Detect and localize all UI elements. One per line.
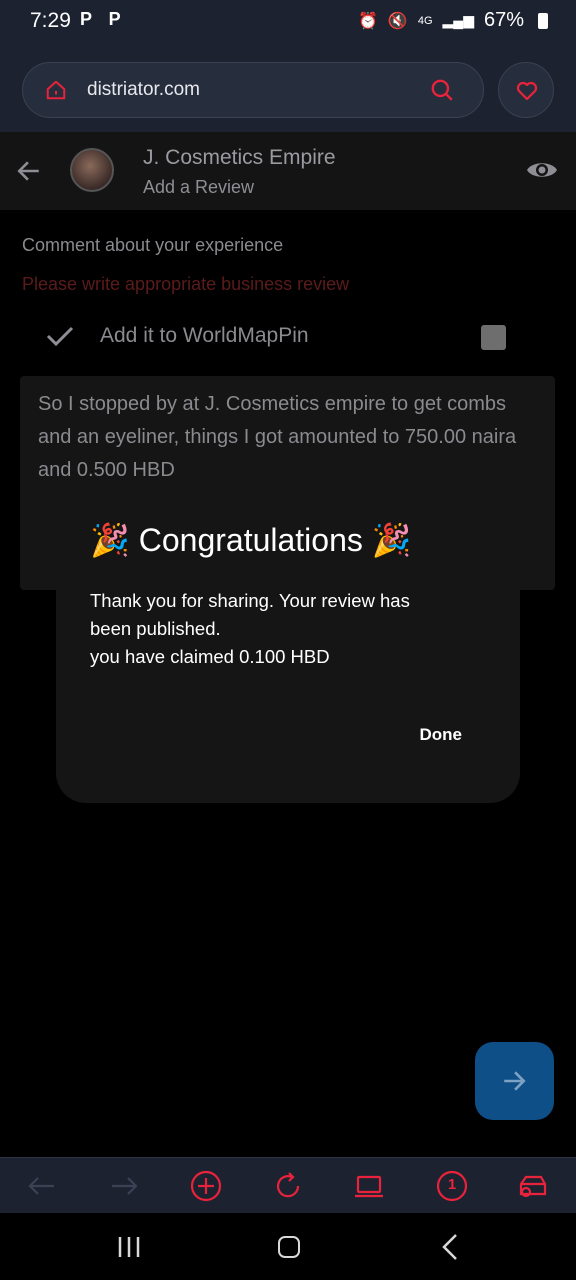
mute-icon: 🔇 — [387, 12, 408, 30]
page-subtitle: Add a Review — [143, 177, 255, 197]
browser-toolbar: 1 — [0, 1157, 576, 1213]
status-time: 7:29 — [30, 9, 71, 32]
add-tab-icon[interactable] — [190, 1170, 222, 1202]
forward-icon[interactable] — [108, 1170, 140, 1202]
status-right-icons: ⏰ 🔇 4G ▂▄▆ 67% — [358, 9, 548, 32]
business-name: J. Cosmetics Empire — [143, 146, 336, 169]
dialog-line: you have claimed 0.100 HBD — [90, 646, 330, 667]
done-button[interactable]: Done — [420, 725, 463, 745]
battery-icon — [538, 12, 548, 29]
dialog-line: Thank you for sharing. Your review has — [90, 590, 410, 611]
review-text[interactable]: So I stopped by at J. Cosmetics empire t… — [38, 388, 538, 487]
business-avatar — [70, 148, 114, 192]
alarm-icon: ⏰ — [357, 12, 378, 30]
worldmappin-label: Add it to WorldMapPin — [100, 324, 309, 347]
submit-button[interactable] — [475, 1042, 554, 1120]
dialog-message: Thank you for sharing. Your review has b… — [90, 587, 490, 671]
wallet-icon[interactable] — [517, 1170, 549, 1202]
network-label: 4G — [417, 14, 433, 27]
back-nav-icon[interactable] — [440, 1233, 460, 1261]
home-icon[interactable] — [45, 79, 67, 101]
eye-icon[interactable] — [526, 158, 558, 182]
arrow-right-icon — [504, 1071, 526, 1091]
browser-bar: distriator.com — [0, 42, 576, 132]
congratulations-dialog: 🎉 Congratulations 🎉 Thank you for sharin… — [56, 485, 520, 803]
laptop-icon[interactable] — [353, 1170, 385, 1202]
address-bar[interactable]: distriator.com — [22, 62, 484, 118]
warning-text: Please write appropriate business review — [22, 274, 350, 294]
reload-icon[interactable] — [272, 1170, 304, 1202]
tabs-count: 1 — [447, 1176, 457, 1193]
tabs-icon[interactable]: 1 — [436, 1170, 468, 1202]
recents-icon[interactable] — [117, 1235, 141, 1259]
back-arrow-icon[interactable] — [16, 158, 42, 184]
battery-label: 67% — [483, 9, 524, 31]
status-bar: 7:29 P P ⏰ 🔇 4G ▂▄▆ 67% — [0, 0, 576, 42]
worldmappin-checkbox[interactable] — [481, 325, 506, 350]
heart-icon — [516, 81, 538, 101]
notification-icons: P P — [80, 9, 127, 29]
dialog-line: been published. — [90, 618, 221, 639]
favorite-button[interactable] — [498, 62, 554, 118]
dialog-title: 🎉 Congratulations 🎉 — [90, 522, 412, 558]
system-nav-bar — [0, 1213, 576, 1280]
back-icon[interactable] — [26, 1170, 58, 1202]
home-nav-icon[interactable] — [278, 1236, 300, 1258]
check-icon — [46, 326, 74, 347]
search-icon[interactable] — [429, 77, 455, 103]
page-header: J. Cosmetics Empire Add a Review — [0, 132, 576, 210]
comment-label: Comment about your experience — [22, 235, 284, 255]
url-text[interactable]: distriator.com — [87, 79, 200, 101]
signal-icon: ▂▄▆ — [442, 12, 474, 28]
